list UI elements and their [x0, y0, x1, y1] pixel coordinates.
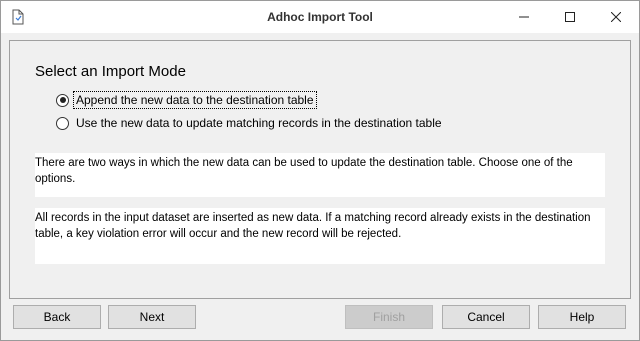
option-update-label[interactable]: Use the new data to update matching reco…: [74, 115, 444, 131]
next-button[interactable]: Next: [108, 305, 196, 329]
window: Adhoc Import Tool Select an Import Mode …: [0, 0, 640, 341]
option-append[interactable]: Append the new data to the destination t…: [56, 91, 317, 109]
title-bar[interactable]: Adhoc Import Tool: [1, 1, 639, 33]
cancel-button[interactable]: Cancel: [442, 305, 530, 329]
maximize-button[interactable]: [547, 1, 593, 33]
minimize-icon: [519, 12, 529, 22]
radio-update[interactable]: [56, 116, 69, 130]
import-mode-panel: Select an Import Mode Append the new dat…: [9, 40, 631, 299]
section-title: Select an Import Mode: [35, 63, 186, 80]
client-area: Select an Import Mode Append the new dat…: [1, 33, 639, 340]
description-text: There are two ways in which the new data…: [35, 153, 605, 197]
back-button[interactable]: Back: [13, 305, 101, 329]
minimize-button[interactable]: [501, 1, 547, 33]
close-icon: [611, 12, 621, 22]
close-button[interactable]: [593, 1, 639, 33]
finish-button[interactable]: Finish: [345, 305, 433, 329]
option-update[interactable]: Use the new data to update matching reco…: [56, 114, 444, 132]
radio-append[interactable]: [56, 93, 69, 107]
option-append-label[interactable]: Append the new data to the destination t…: [73, 91, 317, 109]
maximize-icon: [565, 12, 575, 22]
help-button[interactable]: Help: [538, 305, 626, 329]
detail-text: All records in the input dataset are ins…: [35, 208, 605, 264]
